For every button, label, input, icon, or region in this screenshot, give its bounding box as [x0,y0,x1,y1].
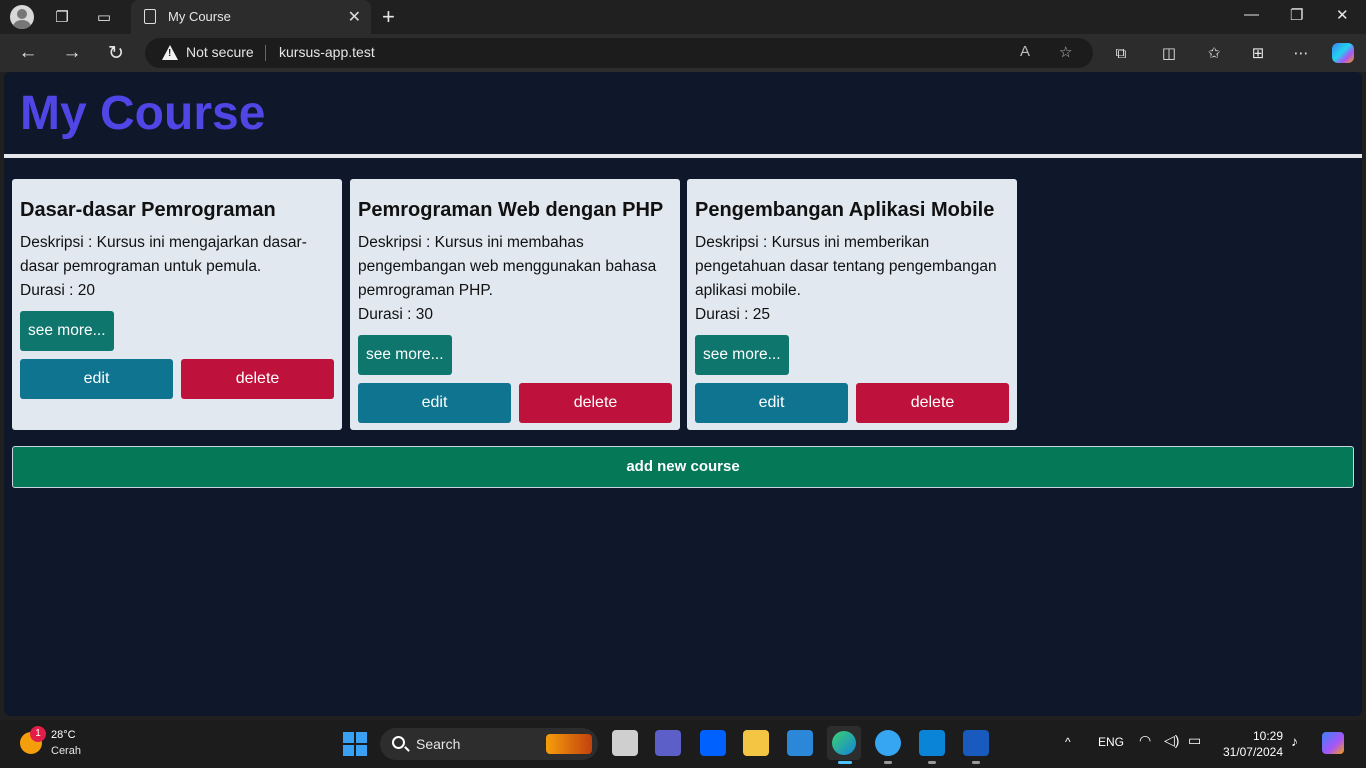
restore-icon[interactable]: ❐ [1290,6,1303,24]
course-description: Deskripsi : Kursus ini mengajarkan dasar… [20,234,307,275]
edge-icon [832,731,856,755]
tab-my-course[interactable]: My Course ✕ [131,0,371,34]
copilot-taskbar-icon[interactable] [1322,732,1344,754]
word-icon[interactable] [963,730,989,756]
chevron-up-icon[interactable]: ^ [1065,735,1071,749]
course-card: Pemrograman Web dengan PHP Deskripsi : K… [350,179,680,430]
address-bar[interactable]: Not secure kursus-app.test A ☆ [145,38,1093,68]
page-viewport: My Course Dasar-dasar Pemrograman Deskri… [4,72,1362,716]
address-separator [265,45,266,61]
search-icon [392,736,405,749]
see-more-button[interactable]: see more... [20,311,114,351]
course-description: Deskripsi : Kursus ini memberikan penget… [695,234,997,299]
time: 10:29 [1252,729,1283,743]
add-new-course-button[interactable]: add new course [12,446,1354,488]
edit-button[interactable]: edit [695,383,848,423]
workspaces-icon[interactable]: ❐ [50,5,74,29]
collections-icon[interactable]: ⊞ [1248,43,1268,63]
date: 31/07/2024 [1222,745,1283,759]
close-window-icon[interactable]: ✕ [1336,6,1349,24]
back-icon[interactable]: ← [16,41,40,65]
course-title: Pemrograman Web dengan PHP [358,199,664,221]
warning-icon[interactable] [162,45,178,60]
volume-icon[interactable]: ◁) [1164,732,1179,749]
delete-button[interactable]: delete [856,383,1009,423]
browser-toolbar: ← → ↻ Not secure kursus-app.test A ☆ ⧉ ◫… [0,34,1366,72]
tab-actions-icon[interactable]: ▭ [92,5,116,29]
url-text[interactable]: kursus-app.test [279,44,375,60]
edit-button[interactable]: edit [20,359,173,399]
store-icon[interactable] [787,730,813,756]
delete-button[interactable]: delete [519,383,672,423]
course-title: Dasar-dasar Pemrograman [20,199,276,221]
clock[interactable]: 10:29 31/07/2024 [1221,728,1283,760]
edge-taskbar-button[interactable] [827,726,861,760]
taskbar-search[interactable]: Search [380,728,598,760]
course-duration: Durasi : 30 [358,306,433,323]
page-icon [144,9,156,24]
edit-button[interactable]: edit [358,383,511,423]
battery-icon[interactable]: ▭ [1188,732,1201,749]
teams-icon[interactable] [655,730,681,756]
language-indicator[interactable]: ENG [1098,735,1124,749]
close-tab-icon[interactable]: ✕ [348,7,361,27]
delete-button[interactable]: delete [181,359,334,399]
vscode-icon[interactable] [919,730,945,756]
file-explorer-icon[interactable] [743,730,769,756]
extensions-icon[interactable]: ⧉ [1111,43,1131,63]
more-menu-icon[interactable]: ⋯ [1291,43,1311,63]
course-description: Deskripsi : Kursus ini membahas pengemba… [358,234,657,299]
favorite-star-icon[interactable]: ☆ [1059,43,1072,61]
app-icon[interactable] [875,730,901,756]
running-indicator [928,761,936,764]
task-view-icon[interactable] [612,730,638,756]
weather-badge: 1 [30,726,46,742]
windows-taskbar: 1 28°C Cerah Search ^ ENG ◠ ◁) ▭ 10:29 3… [0,720,1366,768]
weather-condition[interactable]: Cerah [51,745,81,757]
notification-bell-icon[interactable]: ♪ [1291,733,1298,749]
course-duration: Durasi : 20 [20,282,95,299]
wifi-icon[interactable]: ◠ [1139,732,1151,749]
favorites-icon[interactable]: ✩ [1204,43,1224,63]
tab-title: My Course [168,9,231,24]
course-card: Dasar-dasar Pemrograman Deskripsi : Kurs… [12,179,342,430]
security-status[interactable]: Not secure [186,44,254,60]
read-aloud-icon[interactable]: A [1020,43,1030,60]
new-tab-icon[interactable]: + [382,4,395,30]
copilot-icon[interactable] [1332,43,1354,63]
profile-avatar-icon[interactable] [10,5,34,29]
running-indicator [972,761,980,764]
search-label: Search [416,736,461,752]
active-indicator [838,761,852,764]
search-highlight-icon [546,734,592,754]
see-more-button[interactable]: see more... [358,335,452,375]
course-title: Pengembangan Aplikasi Mobile [695,199,995,221]
split-screen-icon[interactable]: ◫ [1159,43,1179,63]
reload-icon[interactable]: ↻ [104,41,128,65]
start-icon[interactable] [343,732,367,756]
dropbox-icon[interactable] [700,730,726,756]
course-duration: Durasi : 25 [695,306,770,323]
minimize-icon[interactable]: — [1244,6,1259,23]
browser-tab-strip: ❐ ▭ My Course ✕ + — ❐ ✕ [0,0,1366,34]
running-indicator [884,761,892,764]
page-title: My Course [20,87,266,140]
forward-icon[interactable]: → [60,41,84,65]
see-more-button[interactable]: see more... [695,335,789,375]
header-divider [4,154,1362,158]
temperature[interactable]: 28°C [51,729,76,741]
course-card: Pengembangan Aplikasi Mobile Deskripsi :… [687,179,1017,430]
